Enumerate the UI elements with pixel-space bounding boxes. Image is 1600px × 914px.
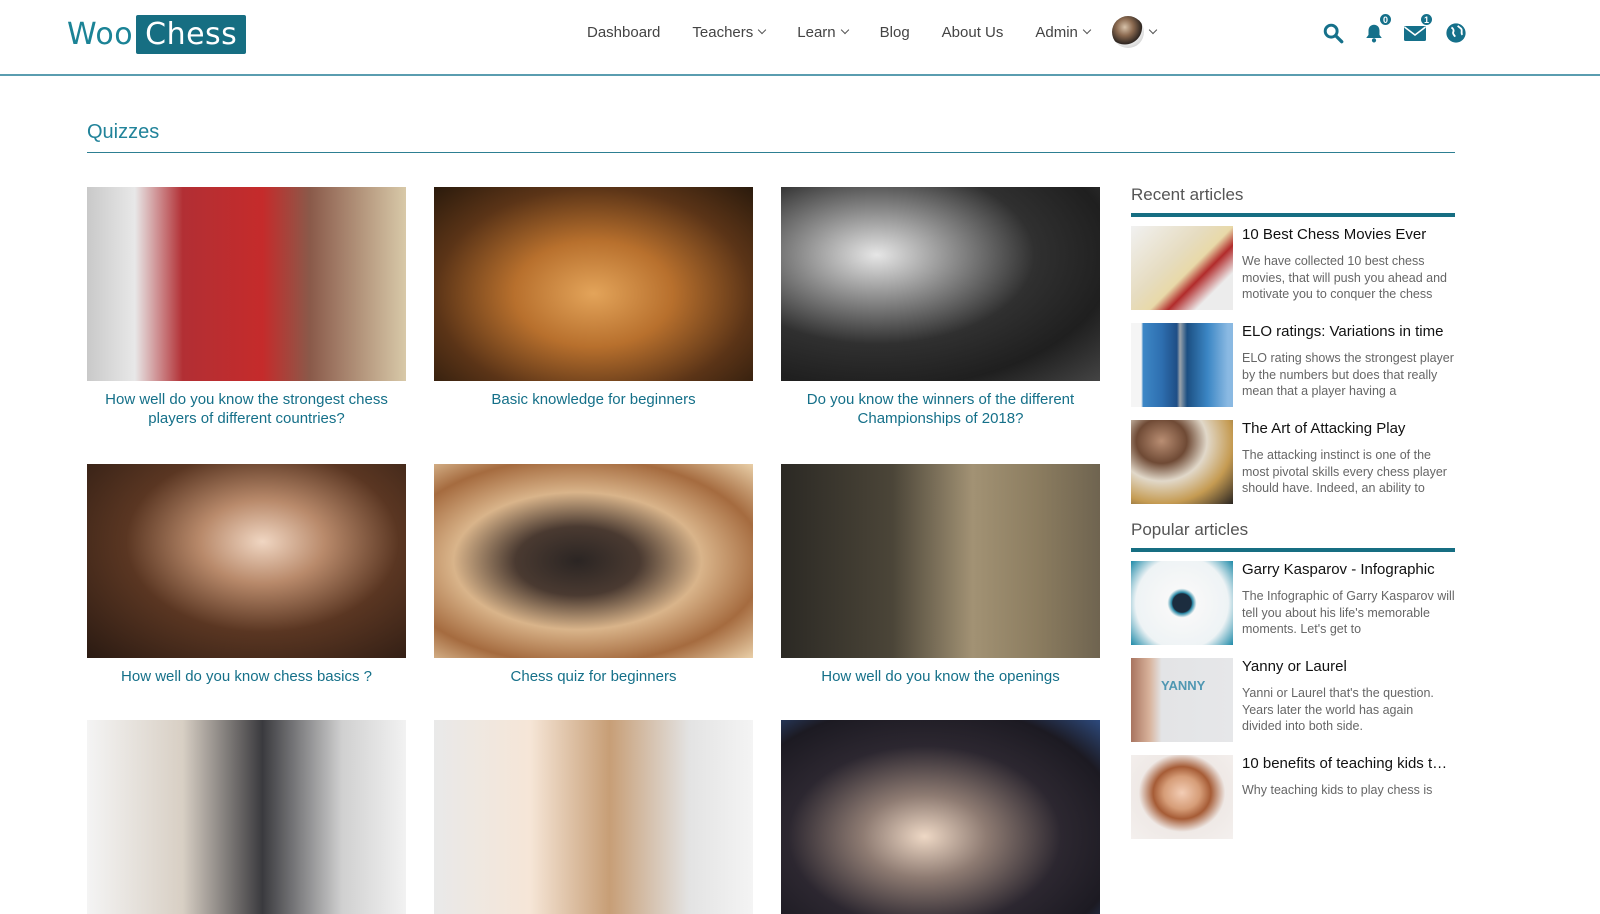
nav-learn[interactable]: Learn	[797, 23, 849, 41]
article-title[interactable]: Garry Kasparov - Infographic	[1242, 561, 1455, 579]
article-title[interactable]: Yanny or Laurel	[1242, 658, 1455, 676]
globe-icon	[1446, 23, 1466, 43]
popular-articles-heading: Popular articles	[1131, 520, 1455, 552]
article-title[interactable]: ELO ratings: Variations in time	[1242, 323, 1455, 341]
logo-woo: Woo	[67, 17, 134, 52]
article-thumbnail[interactable]	[1131, 323, 1233, 407]
article-thumbnail[interactable]	[1131, 226, 1233, 310]
user-menu[interactable]	[1111, 16, 1158, 48]
quiz-card[interactable]: How well do you know the strongest chess…	[87, 187, 406, 428]
search-icon	[1323, 23, 1344, 44]
article-item[interactable]: ELO ratings: Variations in time ELO ratin…	[1131, 323, 1455, 409]
quiz-image[interactable]	[87, 187, 406, 381]
nav-label: Dashboard	[587, 23, 661, 41]
nav-label: Learn	[797, 23, 836, 41]
avatar	[1111, 16, 1144, 48]
article-item[interactable]: Garry Kasparov - Infographic The Infograp…	[1131, 561, 1455, 647]
quiz-title[interactable]: Basic knowledge for beginners	[434, 391, 753, 410]
quiz-card[interactable]: How well do you know chess basics ?	[87, 464, 406, 687]
quiz-title[interactable]: How well do you know the openings	[781, 668, 1100, 687]
quiz-image[interactable]	[781, 464, 1100, 658]
quiz-card[interactable]: Basic knowledge for beginners	[434, 187, 753, 410]
messages-count: 1	[1420, 13, 1433, 26]
article-excerpt: The attacking instinct is one of the mos…	[1242, 448, 1447, 495]
article-excerpt: The Infographic of Garry Kasparov will t…	[1242, 589, 1455, 636]
article-thumbnail[interactable]: YANNY	[1131, 658, 1233, 742]
nav-blog[interactable]: Blog	[880, 24, 910, 41]
sidebar: Recent articles 10 Best Chess Movies Eve…	[1131, 185, 1455, 852]
article-item[interactable]: YANNY Yanny or Laurel Yanni or Laurel tha…	[1131, 658, 1455, 744]
article-title[interactable]: 10 Best Chess Movies Ever	[1242, 226, 1455, 244]
page-title: Quizzes	[87, 121, 160, 143]
quiz-title[interactable]: How well do you know chess basics ?	[87, 668, 406, 687]
messages-button[interactable]: 1	[1402, 13, 1433, 46]
article-item[interactable]: 10 benefits of teaching kids to… Why teac…	[1131, 755, 1455, 841]
notifications-count: 0	[1379, 13, 1392, 26]
quiz-image[interactable]	[87, 464, 406, 658]
chevron-down-icon	[758, 25, 767, 35]
header-icons: 0 1	[1320, 13, 1484, 46]
quiz-card[interactable]: Chess quiz for beginners	[434, 464, 753, 687]
nav-label: About Us	[941, 23, 1004, 41]
article-title[interactable]: 10 benefits of teaching kids to…	[1242, 755, 1455, 773]
quiz-card[interactable]	[434, 720, 753, 914]
nav-about-us[interactable]: About Us	[942, 24, 1004, 41]
article-item[interactable]: 10 Best Chess Movies Ever We have collect…	[1131, 226, 1455, 312]
main-nav: Dashboard Teachers Learn Blog About Us A…	[587, 16, 1188, 48]
nav-label: Blog	[879, 23, 910, 41]
quiz-image[interactable]	[434, 720, 753, 914]
quiz-title[interactable]: How well do you know the strongest chess…	[87, 391, 406, 428]
quiz-title[interactable]: Do you know the winners of the different…	[781, 391, 1100, 428]
quiz-card[interactable]: How well do you know the openings	[781, 464, 1100, 687]
article-excerpt: Yanni or Laurel that's the question. Yea…	[1242, 686, 1434, 733]
article-excerpt: We have collected 10 best chess movies, …	[1242, 254, 1447, 301]
quiz-card[interactable]: Do you know the winners of the different…	[781, 187, 1100, 428]
title-divider	[87, 152, 1455, 153]
chevron-down-icon	[840, 25, 849, 35]
article-item[interactable]: The Art of Attacking Play The attacking i…	[1131, 420, 1455, 506]
quiz-title[interactable]: Chess quiz for beginners	[434, 668, 753, 687]
quiz-card[interactable]	[87, 720, 406, 914]
article-thumbnail[interactable]	[1131, 755, 1233, 839]
chevron-down-icon	[1082, 25, 1092, 35]
article-title[interactable]: The Art of Attacking Play	[1242, 420, 1455, 438]
language-button[interactable]	[1443, 20, 1469, 46]
article-excerpt: ELO rating shows the strongest player by…	[1242, 351, 1454, 398]
logo-chess: Chess	[136, 15, 247, 54]
article-thumbnail[interactable]	[1131, 420, 1233, 504]
logo[interactable]: Woo Chess	[67, 15, 247, 54]
article-excerpt: Why teaching kids to play chess is	[1242, 783, 1433, 797]
quiz-image[interactable]	[781, 187, 1100, 381]
quiz-image[interactable]	[434, 187, 753, 381]
article-thumbnail[interactable]	[1131, 561, 1233, 645]
quiz-image[interactable]	[434, 464, 753, 658]
nav-label: Teachers	[692, 23, 754, 41]
thumbnail-text: YANNY	[1161, 678, 1206, 693]
search-button[interactable]	[1320, 20, 1346, 46]
chevron-down-icon	[1148, 25, 1158, 35]
nav-teachers[interactable]: Teachers	[692, 23, 767, 41]
nav-admin[interactable]: Admin	[1035, 23, 1092, 41]
nav-dashboard[interactable]: Dashboard	[587, 24, 660, 41]
notifications-button[interactable]: 0	[1361, 13, 1392, 46]
nav-label: Admin	[1035, 23, 1078, 41]
recent-articles-heading: Recent articles	[1131, 185, 1455, 217]
quiz-image[interactable]	[781, 720, 1100, 914]
quiz-card[interactable]	[781, 720, 1100, 914]
quiz-image[interactable]	[87, 720, 406, 914]
site-header: Woo Chess Dashboard Teachers Learn Blog …	[0, 0, 1600, 76]
